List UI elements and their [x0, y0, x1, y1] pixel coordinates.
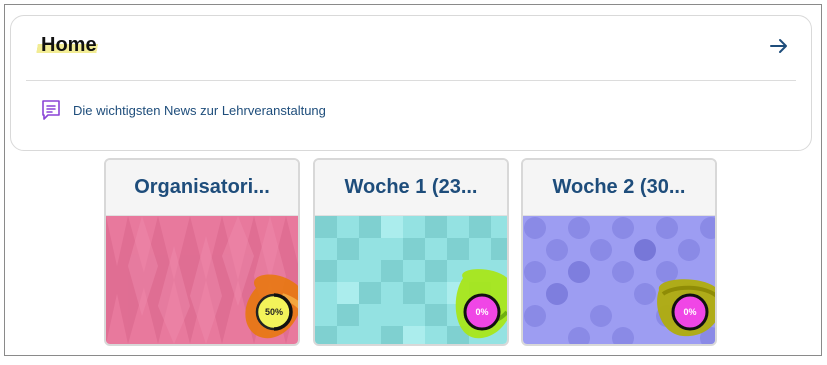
course-title: Organisatori... [134, 176, 270, 198]
course-image: 0% [523, 216, 715, 344]
progress-indicator: 50% [254, 292, 294, 332]
course-image: 0% [315, 216, 507, 344]
course-card-woche-1[interactable]: Woche 1 (23... 0% [313, 158, 509, 346]
course-header: Woche 2 (30... [523, 160, 715, 216]
progress-label: 50% [264, 307, 283, 317]
home-title: Home [35, 34, 105, 57]
home-card: Home Die wichtigsten News zur Lehrverans… [10, 15, 812, 151]
news-label: Die wichtigsten News zur Lehrveranstaltu… [73, 102, 326, 118]
home-divider [26, 80, 796, 81]
progress-label: 0% [683, 307, 697, 317]
course-card-woche-2[interactable]: Woche 2 (30... 0% [521, 158, 717, 346]
arrow-right-icon[interactable] [769, 36, 789, 56]
course-header: Organisatori... [106, 160, 298, 216]
course-title: Woche 2 (30... [552, 176, 686, 198]
progress-label: 0% [475, 307, 489, 317]
course-card-organisatorisches[interactable]: Organisatori... 50% [104, 158, 300, 346]
course-title: Woche 1 (23... [344, 176, 478, 198]
course-header: Woche 1 (23... [315, 160, 507, 216]
progress-indicator: 0% [462, 292, 502, 332]
news-link[interactable]: Die wichtigsten News zur Lehrveranstaltu… [39, 98, 326, 122]
progress-indicator: 0% [670, 292, 710, 332]
course-image: 50% [106, 216, 298, 344]
news-icon [42, 100, 60, 120]
